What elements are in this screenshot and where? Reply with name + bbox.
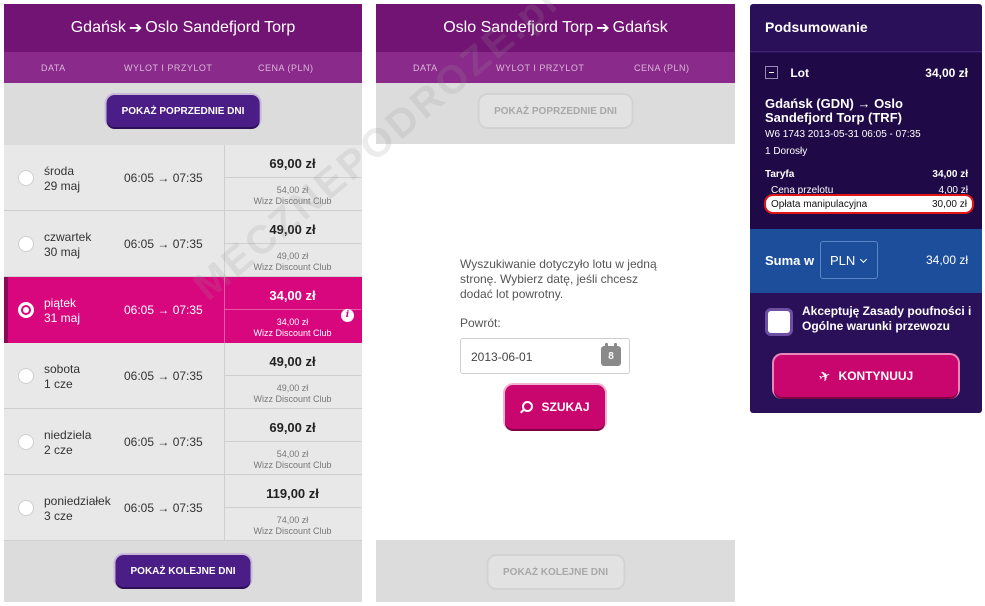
currency-select[interactable]: PLN [820, 241, 878, 279]
col-price: CENA (PLN) [634, 63, 690, 73]
flight-row[interactable]: czwartek 30 maj 06:05 → 07:35 49,00 zł 49… [4, 211, 362, 277]
club-price: 34,00 zł Wizz Discount Club [253, 317, 332, 338]
col-price: CENA (PLN) [258, 63, 314, 73]
handling-fee-row: Opłata manipulacyjna 30,00 zł [764, 194, 974, 214]
row-price: 49,00 zł 49,00 zł Wizz Discount Club [224, 211, 361, 277]
outbound-header: Gdańsk ➔ Oslo Sandefjord Torp [4, 4, 362, 52]
summary-panel: Podsumowanie Lot 34,00 zł Gdańsk (GDN) →… [750, 4, 982, 413]
column-headers: DATA WYLOT I PRZYLOT CENA (PLN) [4, 52, 362, 83]
arrow-right-icon: ➔ [596, 20, 610, 37]
next-days-bar: POKAŻ KOLEJNE DNI [4, 541, 362, 602]
route: Gdańsk (GDN) → Oslo Sandefjord Torp (TRF… [765, 96, 903, 125]
return-search-area: Wyszukiwanie dotyczyło lotu w jedną stro… [376, 144, 735, 540]
row-price: 34,00 zł 34,00 zł Wizz Discount Club i [224, 277, 361, 343]
arrow-right-icon: ➔ [128, 20, 143, 37]
total-label: Suma w [765, 253, 815, 268]
col-date: DATA [413, 63, 438, 73]
row-price-value: 34,00 zł [269, 288, 316, 303]
club-price: 74,00 zł Wizz Discount Club [253, 515, 332, 536]
show-next-days-button[interactable]: POKAŻ KOLEJNE DNI [115, 555, 251, 587]
return-date-input[interactable]: 2013-06-01 8 [460, 338, 630, 374]
outbound-destination: Oslo Sandefjord Torp [145, 19, 296, 36]
row-time: 06:05 → 07:35 [124, 501, 203, 515]
outbound-origin: Gdańsk [70, 19, 126, 36]
collapse-icon[interactable] [765, 66, 778, 79]
radio-button[interactable] [18, 368, 34, 384]
flight-summary-line: Lot 34,00 zł [765, 66, 968, 80]
row-date: sobota 1 cze [44, 362, 81, 391]
continue-button[interactable]: ✈ KONTYNUUJ [774, 355, 958, 397]
summary-title: Podsumowanie [750, 4, 982, 52]
row-price: 69,00 zł 54,00 zł Wizz Discount Club [224, 145, 361, 211]
row-price: 69,00 zł 54,00 zł Wizz Discount Club [224, 409, 361, 475]
row-price-value: 49,00 zł [269, 354, 316, 369]
row-time: 06:05 → 07:35 [124, 303, 203, 317]
return-destination: Gdańsk [612, 19, 668, 36]
row-date: poniedziałek 3 cze [44, 494, 111, 523]
col-date: DATA [41, 63, 66, 73]
row-price-value: 119,00 zł [266, 486, 319, 501]
search-button[interactable]: SZUKAJ [505, 385, 605, 429]
row-time: 06:05 → 07:35 [124, 369, 203, 383]
calendar-icon[interactable]: 8 [601, 343, 621, 366]
flight-info: W6 1743 2013-05-31 06:05 - 07:35 [765, 129, 921, 140]
club-price: 54,00 zł Wizz Discount Club [253, 185, 332, 206]
row-date: piątek 31 maj [44, 296, 81, 325]
show-previous-days-button[interactable]: POKAŻ POPRZEDNIE DNI [106, 95, 260, 127]
prev-days-bar: POKAŻ POPRZEDNIE DNI [376, 83, 735, 145]
row-time: 06:05 → 07:35 [124, 237, 203, 251]
col-flight: WYLOT I PRZYLOT [496, 63, 585, 73]
col-flight: WYLOT I PRZYLOT [124, 63, 213, 73]
row-price-value: 69,00 zł [269, 420, 316, 435]
flight-amount: 34,00 zł [925, 66, 968, 80]
row-price: 119,00 zł 74,00 zł Wizz Discount Club [224, 475, 361, 541]
radio-button-selected[interactable] [18, 302, 34, 318]
row-price-value: 49,00 zł [269, 222, 316, 237]
info-icon[interactable]: i [341, 309, 354, 322]
search-icon [520, 401, 534, 413]
row-price-value: 69,00 zł [269, 156, 316, 171]
row-time: 06:05 → 07:35 [124, 171, 203, 185]
show-previous-days-button: POKAŻ POPRZEDNIE DNI [479, 95, 632, 127]
return-label: Powrót: [460, 316, 501, 330]
club-price: 49,00 zł Wizz Discount Club [253, 251, 332, 272]
flight-row[interactable]: sobota 1 cze 06:05 → 07:35 49,00 zł 49,00… [4, 343, 362, 409]
total-amount: 34,00 zł [925, 253, 968, 267]
radio-button[interactable] [18, 434, 34, 450]
flight-row[interactable]: niedziela 2 cze 06:05 → 07:35 69,00 zł 54… [4, 409, 362, 475]
flight-row-selected[interactable]: piątek 31 maj 06:05 → 07:35 34,00 zł 34,0… [4, 277, 362, 343]
column-headers: DATA WYLOT I PRZYLOT CENA (PLN) [376, 52, 735, 83]
row-date: niedziela 2 cze [44, 428, 92, 457]
row-date: czwartek 30 maj [44, 230, 92, 259]
radio-button[interactable] [18, 500, 34, 516]
total-bar: Suma w PLN 34,00 zł [750, 229, 982, 293]
prev-days-bar: POKAŻ POPRZEDNIE DNI [4, 83, 362, 145]
plane-icon: ✈ [816, 366, 833, 386]
outbound-panel: Gdańsk ➔ Oslo Sandefjord Torp DATA WYLOT… [4, 4, 362, 602]
radio-button[interactable] [18, 236, 34, 252]
accept-terms-label: Akceptuję Zasady poufności i Ogólne waru… [802, 304, 972, 333]
passenger-count: 1 Dorosły [765, 146, 808, 157]
show-next-days-button: POKAŻ KOLEJNE DNI [487, 556, 624, 588]
fare-row: Taryfa 34,00 zł [765, 169, 968, 180]
return-header: Oslo Sandefjord Torp ➔ Gdańsk [376, 4, 735, 52]
chevron-down-icon [860, 255, 868, 264]
row-date: środa 29 maj [44, 164, 81, 193]
flight-row[interactable]: środa 29 maj 06:05 → 07:35 69,00 zł 54,00… [4, 145, 362, 211]
accept-terms-checkbox[interactable] [765, 308, 793, 336]
return-origin: Oslo Sandefjord Torp [443, 19, 594, 36]
flight-row[interactable]: poniedziałek 3 cze 06:05 → 07:35 119,00 z… [4, 475, 362, 541]
club-price: 49,00 zł Wizz Discount Club [253, 383, 332, 404]
radio-button[interactable] [18, 170, 34, 186]
next-days-bar: POKAŻ KOLEJNE DNI [376, 540, 735, 602]
row-time: 06:05 → 07:35 [124, 435, 203, 449]
row-price: 49,00 zł 49,00 zł Wizz Discount Club [224, 343, 361, 409]
one-way-message: Wyszukiwanie dotyczyło lotu w jedną stro… [460, 257, 657, 301]
return-panel: Oslo Sandefjord Torp ➔ Gdańsk DATA WYLOT… [376, 4, 735, 602]
club-price: 54,00 zł Wizz Discount Club [253, 449, 332, 470]
